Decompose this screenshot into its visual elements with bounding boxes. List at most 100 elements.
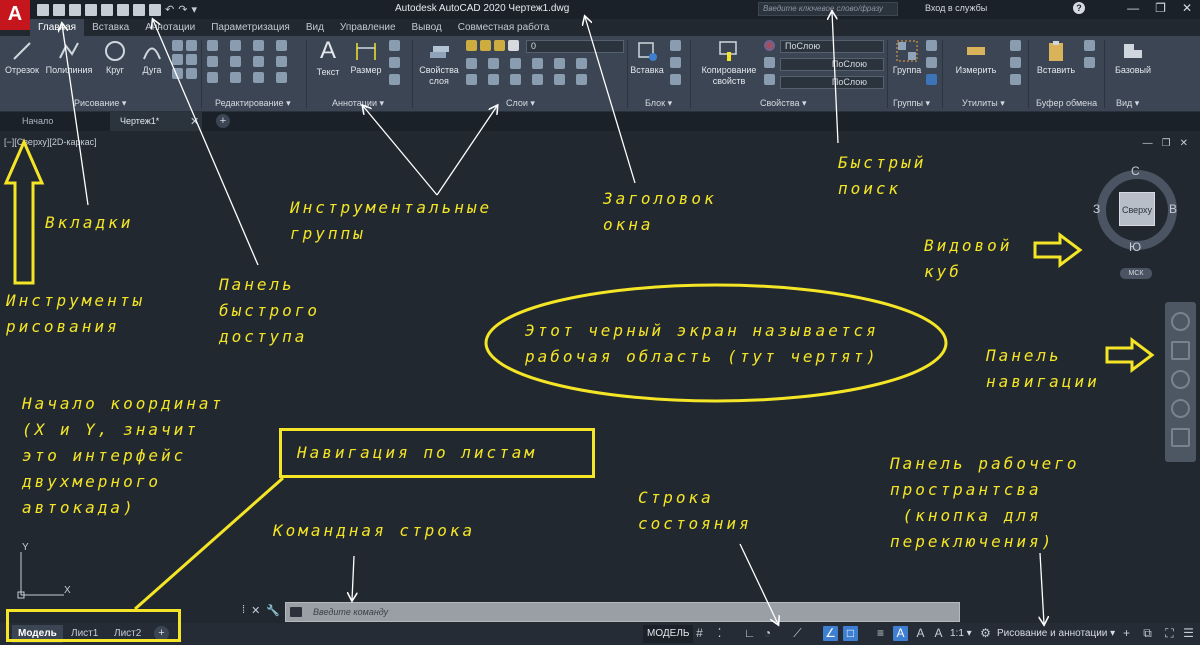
insert-block-button[interactable]: Вставка (630, 40, 664, 75)
draw-panel-label[interactable]: Рисование ▾ (74, 98, 126, 109)
undo-icon[interactable]: ↶ (165, 4, 174, 16)
text-button[interactable]: A Текст (313, 38, 343, 78)
line-button[interactable]: Отрезок (4, 40, 40, 75)
gradient-icon[interactable] (186, 54, 197, 65)
layer-freeze-icon[interactable] (480, 40, 491, 51)
open-file-icon[interactable] (53, 3, 65, 16)
rotate-icon[interactable] (230, 40, 241, 51)
orbit-icon[interactable] (1171, 399, 1190, 418)
showmotion-icon[interactable] (1171, 428, 1190, 447)
new-tab-plus-icon[interactable]: + (216, 114, 230, 128)
viewcube-east[interactable]: В (1169, 202, 1177, 216)
viewcube-north[interactable]: С (1131, 164, 1140, 178)
new-file-icon[interactable] (37, 3, 49, 16)
customize-menu-icon[interactable]: ☰ (1181, 626, 1196, 641)
layer-tool-icon[interactable] (576, 74, 587, 85)
mirror-icon[interactable] (230, 56, 241, 67)
tab-annotate[interactable]: Аннотации (137, 19, 203, 36)
spline-icon[interactable] (172, 68, 183, 79)
linetype-icon[interactable] (764, 74, 775, 85)
create-block-icon[interactable] (670, 40, 681, 51)
viewcube-west[interactable]: З (1093, 202, 1100, 216)
stretch-icon[interactable] (207, 72, 218, 83)
select-all-icon[interactable] (1010, 57, 1021, 68)
steering-wheel-icon[interactable] (1171, 312, 1190, 331)
layer-tool-icon[interactable] (466, 74, 477, 85)
ungroup-icon[interactable] (926, 40, 937, 51)
redo-icon[interactable]: ↷ (178, 4, 187, 16)
minimize-button[interactable]: — (1127, 1, 1139, 15)
groups-panel-label[interactable]: Группы ▾ (893, 98, 930, 109)
circle-button[interactable]: Круг (100, 40, 130, 75)
layers-panel-label[interactable]: Слои ▾ (506, 98, 535, 109)
hatch-icon[interactable] (186, 40, 197, 51)
layer-tool-icon[interactable] (532, 58, 543, 69)
copy-icon[interactable] (207, 56, 218, 67)
explode-icon[interactable] (276, 56, 287, 67)
ellipse-icon[interactable] (172, 54, 183, 65)
polyline-button[interactable]: Полилиния (44, 40, 94, 75)
pan-hand-icon[interactable] (1171, 341, 1190, 360)
block-panel-label[interactable]: Блок ▾ (645, 98, 672, 109)
object-snap-tracking-icon[interactable]: ∠ (823, 626, 838, 641)
group-edit-icon[interactable] (926, 57, 937, 68)
layer-tool-icon[interactable] (554, 74, 565, 85)
command-line-input[interactable]: Введите команду (285, 602, 960, 622)
rectangle-icon[interactable] (172, 40, 183, 51)
arc-button[interactable]: Дуга (137, 40, 167, 75)
web-open-icon[interactable] (101, 3, 113, 16)
annotation-scale-icon[interactable]: A (931, 626, 946, 641)
color-wheel-icon[interactable] (764, 40, 775, 51)
isodraft-icon[interactable]: ⟋ (790, 626, 805, 641)
scale-icon[interactable] (230, 72, 241, 83)
object-snap-icon[interactable]: □ (843, 626, 858, 641)
command-grip-icon[interactable]: ⁞ (242, 604, 245, 617)
layer-tool-icon[interactable] (576, 58, 587, 69)
move-icon[interactable] (207, 40, 218, 51)
utilities-panel-label[interactable]: Утилиты ▾ (962, 98, 1005, 109)
fillet-icon[interactable] (253, 56, 264, 67)
tab-start[interactable]: Начало (12, 112, 63, 131)
tab-home[interactable]: Главная (30, 19, 85, 36)
trim-icon[interactable] (253, 40, 264, 51)
isolate-icon[interactable]: ⧉ (1140, 626, 1155, 641)
save-icon[interactable] (69, 3, 81, 16)
viewcube-top-face[interactable]: Сверху (1119, 192, 1155, 226)
command-prompt-icon[interactable] (290, 607, 302, 617)
properties-panel-label[interactable]: Свойства ▾ (760, 98, 807, 109)
add-icon[interactable]: + (1119, 626, 1134, 641)
layer-tool-icon[interactable] (510, 74, 521, 85)
fullscreen-icon[interactable]: ⛶ (1162, 626, 1177, 641)
layer-color-icon[interactable] (508, 40, 519, 51)
ortho-icon[interactable]: ∟ (742, 626, 757, 641)
web-save-icon[interactable] (117, 3, 129, 16)
base-view-button[interactable]: Базовый (1110, 40, 1156, 75)
boundary-icon[interactable] (186, 68, 197, 79)
layer-tool-icon[interactable] (488, 58, 499, 69)
customize-dropdown-icon[interactable]: ▾ (191, 4, 197, 16)
model-space-button[interactable]: МОДЕЛЬ (643, 625, 694, 643)
tab-parametric[interactable]: Параметризация (203, 19, 298, 36)
tab-output[interactable]: Вывод (404, 19, 450, 36)
layer-on-icon[interactable] (466, 40, 477, 51)
markup-icon[interactable] (389, 74, 400, 85)
tab-insert[interactable]: Вставка (84, 19, 137, 36)
match-properties-button[interactable]: Копирование свойств (696, 40, 762, 87)
login-button[interactable]: Вход в службы (925, 3, 987, 13)
tab-collaborate[interactable]: Совместная работа (450, 19, 558, 36)
annotation-visibility-icon[interactable]: A (893, 626, 908, 641)
leader-icon[interactable] (389, 40, 400, 51)
tab-manage[interactable]: Управление (332, 19, 404, 36)
print-icon[interactable] (149, 3, 161, 16)
grid-icon[interactable]: # (692, 626, 707, 641)
layer-tool-icon[interactable] (466, 58, 477, 69)
viewport-close-icon[interactable]: ✕ (1180, 138, 1188, 149)
layer-tool-icon[interactable] (488, 74, 499, 85)
attribute-icon[interactable] (670, 74, 681, 85)
annotation-panel-label[interactable]: Аннотации ▾ (332, 98, 384, 109)
group-button[interactable]: Группа (890, 40, 924, 75)
command-close-icon[interactable]: ✕ (251, 604, 260, 617)
modify-panel-label[interactable]: Редактирование ▾ (215, 98, 291, 109)
cut-icon[interactable] (1084, 40, 1095, 51)
layer-lock-icon[interactable] (494, 40, 505, 51)
